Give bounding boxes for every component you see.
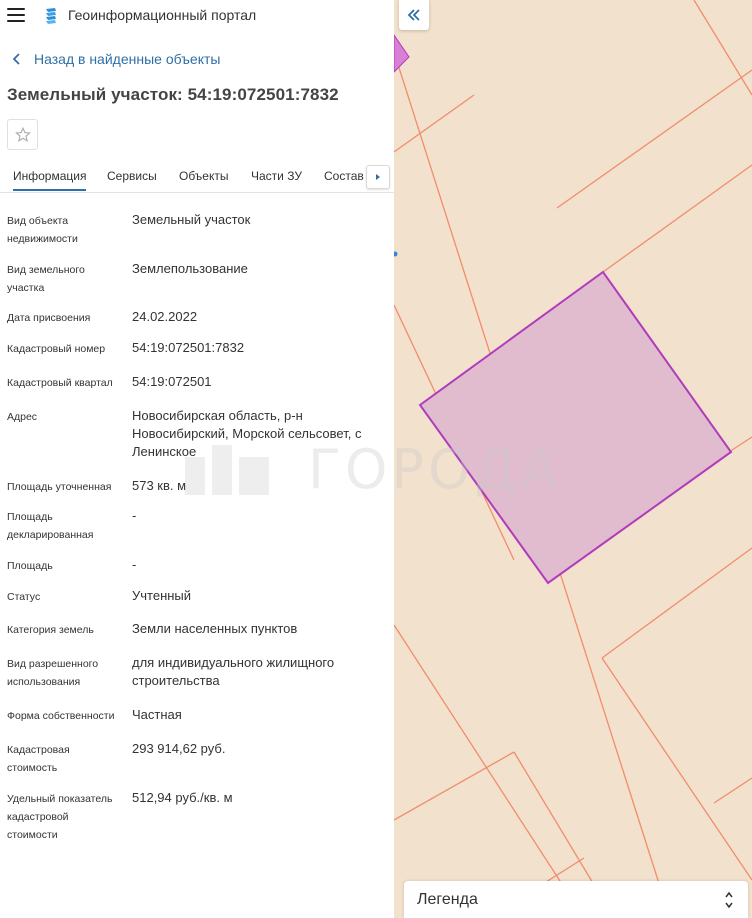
- portal-logo-icon: [46, 8, 56, 24]
- property-label: Кадастровый номер: [7, 343, 106, 355]
- chevron-left-icon: [12, 53, 20, 65]
- parcel-boundary: [728, 436, 752, 453]
- property-label: Вид земельного участка: [7, 264, 85, 294]
- property-value: -: [132, 557, 137, 572]
- star-icon: [14, 126, 31, 142]
- tab-composition[interactable]: Состав: [324, 169, 364, 183]
- parcel-boundary: [693, 0, 752, 96]
- property-value: Земли населенных пунктов: [132, 621, 298, 636]
- legend-bar[interactable]: Легенда: [404, 881, 748, 918]
- map-point-marker: [394, 251, 398, 257]
- tab-services[interactable]: Сервисы: [107, 169, 157, 183]
- property-label: Форма собственности: [7, 710, 115, 722]
- back-link-label: Назад в найденные объекты: [34, 51, 221, 67]
- property-value: -: [132, 508, 137, 523]
- property-label: Кадастровый квартал: [7, 377, 113, 389]
- parcel-boundary: [601, 657, 752, 881]
- property-label: Кадастровая стоимость: [7, 744, 70, 774]
- back-to-results-link[interactable]: Назад в найденные объекты: [12, 51, 220, 67]
- object-title: Земельный участок: 54:19:072501:7832: [7, 85, 339, 104]
- property-label: Вид разрешенного использования: [7, 658, 99, 688]
- favorite-button[interactable]: [7, 119, 38, 150]
- collapse-panel-button[interactable]: [399, 0, 429, 30]
- property-label: Адрес: [7, 411, 38, 423]
- expand-arrows-icon: [725, 891, 733, 909]
- property-label: Дата присвоения: [7, 312, 91, 324]
- parcel-boundary: [556, 69, 752, 209]
- property-label: Удельный показатель кадастровой стоимост…: [7, 793, 113, 841]
- tab-parts[interactable]: Части ЗУ: [251, 169, 302, 183]
- property-value: Земельный участок: [132, 212, 251, 227]
- double-chevron-left-icon: [407, 9, 420, 21]
- hamburger-menu-icon[interactable]: [7, 8, 25, 24]
- property-label: Категория земель: [7, 624, 94, 636]
- info-panel: Геоинформационный портал Назад в найденн…: [0, 0, 394, 918]
- tab-bar: Информация Сервисы Объекты Части ЗУ Сост…: [0, 164, 394, 193]
- property-label: Площадь уточненная: [7, 481, 112, 493]
- property-value: Новосибирская область, р-н Новосибирский…: [132, 408, 362, 459]
- tab-objects[interactable]: Объекты: [179, 169, 229, 183]
- portal-title: Геоинформационный портал: [68, 7, 257, 23]
- parcel-boundary: [601, 547, 752, 659]
- property-value: 573 кв. м: [132, 478, 187, 493]
- parcel-boundary: [394, 624, 585, 918]
- property-value: 293 914,62 руб.: [132, 741, 226, 756]
- neighbor-parcel-highlight: [394, 34, 410, 73]
- property-label: Статус: [7, 591, 41, 603]
- property-value: 54:19:072501:7832: [132, 340, 245, 355]
- tab-information[interactable]: Информация: [13, 169, 87, 191]
- property-value: 512,94 руб./кв. м: [132, 790, 233, 805]
- parcel-boundary: [394, 751, 515, 821]
- header-bar: Геоинформационный портал: [0, 0, 394, 32]
- property-label: Площадь: [7, 560, 53, 572]
- tabs-scroll-right-button[interactable]: [366, 165, 390, 189]
- property-value: Частная: [132, 707, 182, 722]
- property-value: 54:19:072501: [132, 374, 212, 389]
- caret-right-icon: [376, 174, 380, 180]
- property-label: Вид объекта недвижимости: [7, 215, 78, 245]
- parcel-boundary: [713, 777, 752, 804]
- property-value: Землепользование: [132, 261, 248, 276]
- parcel-boundary: [602, 164, 752, 273]
- selected-parcel[interactable]: [418, 270, 733, 585]
- legend-label: Легенда: [417, 891, 478, 908]
- property-value: Учтенный: [132, 588, 192, 603]
- cadastral-map: [394, 0, 752, 918]
- property-value: для индивидуального жилищного строительс…: [132, 655, 335, 688]
- property-label: Площадь декларированная: [7, 511, 94, 541]
- parcel-boundary: [394, 94, 475, 153]
- property-value: 24.02.2022: [132, 309, 198, 324]
- map-view[interactable]: [394, 0, 752, 918]
